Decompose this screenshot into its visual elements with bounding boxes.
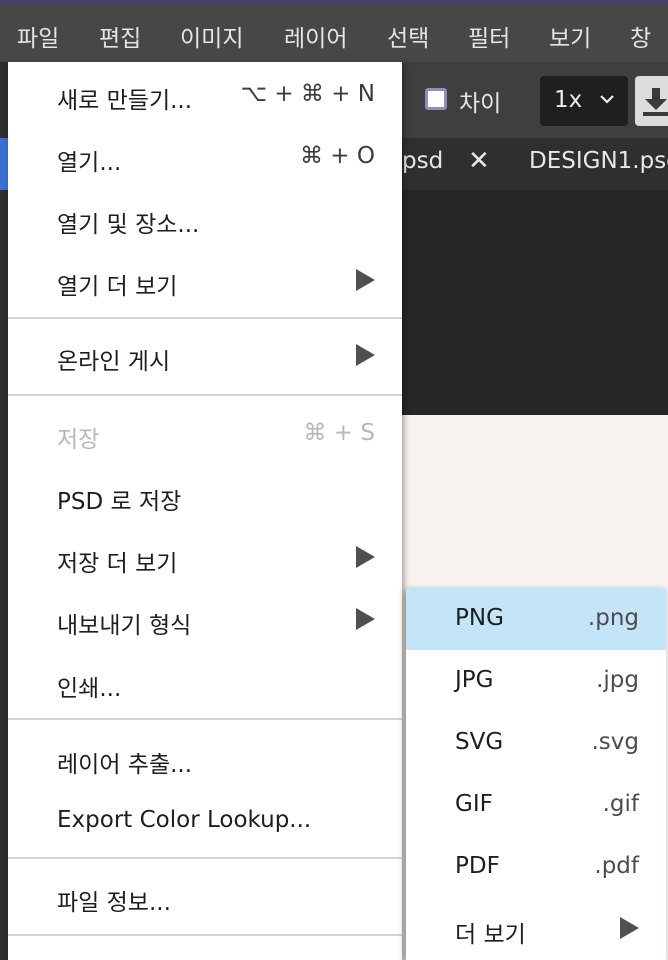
submenu-arrow-icon	[356, 344, 375, 366]
submenu-item-extension: .jpg	[596, 667, 639, 693]
submenu-item-label: GIF	[455, 791, 493, 817]
difference-checkbox-label: 차이	[459, 91, 502, 117]
submenu-item-label: 더 보기	[455, 922, 526, 948]
menu-edit[interactable]: 편집	[99, 19, 141, 53]
menu-item-save-psd[interactable]: PSD 로 저장	[8, 465, 402, 527]
menu-separator	[8, 394, 402, 396]
menu-separator	[8, 718, 402, 720]
menu-item-label: 열기 더 보기	[57, 274, 178, 300]
menu-item-label: 온라인 게시	[57, 349, 171, 375]
menu-select[interactable]: 선택	[387, 19, 429, 53]
menu-layer[interactable]: 레이어	[284, 19, 347, 53]
menubar: 파일 편집 이미지 레이어 선택 필터 보기 창	[0, 3, 668, 62]
menu-item-shortcut: ⌘ + S	[303, 420, 376, 446]
menu-item-label: 열기...	[57, 150, 122, 176]
submenu-arrow-icon	[356, 608, 375, 630]
menu-separator	[8, 934, 402, 936]
menu-item-open-more[interactable]: 열기 더 보기	[8, 250, 402, 312]
zoom-value: 1x	[554, 87, 583, 113]
menu-item-label: 인쇄...	[57, 676, 122, 702]
submenu-item-label: PDF	[455, 853, 500, 879]
menu-item-extract-layers[interactable]: 레이어 추출...	[8, 728, 402, 790]
submenu-item-jpg[interactable]: JPG .jpg	[406, 650, 666, 712]
menu-window[interactable]: 창	[630, 19, 651, 53]
menu-item-label: 저장 더 보기	[57, 551, 178, 577]
submenu-item-label: PNG	[455, 605, 504, 631]
submenu-item-extension: .pdf	[594, 853, 639, 879]
export-as-submenu: PNG .png JPG .jpg SVG .svg GIF .gif PDF …	[406, 588, 666, 960]
menu-item-save: 저장 ⌘ + S	[8, 403, 402, 465]
difference-checkbox[interactable]	[425, 88, 447, 110]
menu-item-new[interactable]: 새로 만들기... ⌥ + ⌘ + N	[8, 64, 402, 126]
menu-item-export-as[interactable]: 내보내기 형식	[8, 589, 402, 651]
menu-image[interactable]: 이미지	[180, 19, 243, 53]
options-toolbar: 차이 1x	[402, 62, 668, 138]
menu-separator	[8, 857, 402, 859]
file-menu-dropdown: 새로 만들기... ⌥ + ⌘ + N 열기... ⌘ + O 열기 및 장소.…	[8, 62, 402, 960]
menu-item-label: 내보내기 형식	[57, 613, 192, 639]
menu-item-file-info[interactable]: 파일 정보...	[8, 866, 402, 928]
tab-document-2[interactable]: DESIGN1.psd	[529, 148, 668, 174]
submenu-arrow-icon	[356, 269, 375, 291]
menu-item-open-place[interactable]: 열기 및 장소...	[8, 188, 402, 250]
active-tab-indicator	[0, 138, 8, 190]
menu-item-print[interactable]: 인쇄...	[8, 652, 402, 714]
workspace-background	[402, 190, 668, 415]
submenu-item-more[interactable]: 더 보기	[406, 898, 666, 960]
menu-item-label: 열기 및 장소...	[57, 212, 200, 238]
left-edge-panel	[0, 62, 8, 960]
submenu-arrow-icon	[356, 546, 375, 568]
document-tabs: psd ✕ DESIGN1.psd	[402, 138, 668, 190]
submenu-item-extension: .svg	[591, 729, 639, 755]
submenu-item-label: SVG	[455, 729, 504, 755]
submenu-item-extension: .gif	[602, 791, 639, 817]
menu-item-save-more[interactable]: 저장 더 보기	[8, 527, 402, 589]
menu-item-publish-online[interactable]: 온라인 게시	[8, 325, 402, 387]
menu-file[interactable]: 파일	[17, 19, 59, 53]
menu-view[interactable]: 보기	[549, 19, 591, 53]
menu-separator	[8, 317, 402, 319]
close-icon[interactable]: ✕	[468, 146, 490, 176]
chevron-down-icon	[599, 90, 615, 110]
tab-document-1[interactable]: psd	[402, 148, 443, 174]
download-button[interactable]	[635, 76, 668, 126]
menu-item-label: 레이어 추출...	[57, 752, 193, 778]
submenu-item-svg[interactable]: SVG .svg	[406, 712, 666, 774]
menu-item-label: 파일 정보...	[57, 890, 171, 916]
menu-item-label: 새로 만들기...	[57, 88, 193, 114]
menu-filter[interactable]: 필터	[468, 19, 510, 53]
menu-item-export-color-lookup[interactable]: Export Color Lookup...	[8, 790, 402, 852]
submenu-item-extension: .png	[587, 605, 639, 631]
submenu-item-png[interactable]: PNG .png	[406, 588, 666, 650]
download-icon	[643, 88, 668, 116]
menu-item-label: 저장	[57, 427, 100, 453]
submenu-item-label: JPG	[455, 667, 494, 693]
menu-item-shortcut: ⌥ + ⌘ + N	[240, 81, 376, 107]
zoom-select[interactable]: 1x	[540, 76, 628, 126]
menu-item-label: Export Color Lookup...	[57, 807, 312, 833]
menu-item-open[interactable]: 열기... ⌘ + O	[8, 126, 402, 188]
menu-item-label: PSD 로 저장	[57, 489, 182, 515]
submenu-item-gif[interactable]: GIF .gif	[406, 774, 666, 836]
menu-item-shortcut: ⌘ + O	[300, 143, 375, 169]
submenu-item-pdf[interactable]: PDF .pdf	[406, 836, 666, 898]
submenu-arrow-icon	[620, 917, 639, 939]
